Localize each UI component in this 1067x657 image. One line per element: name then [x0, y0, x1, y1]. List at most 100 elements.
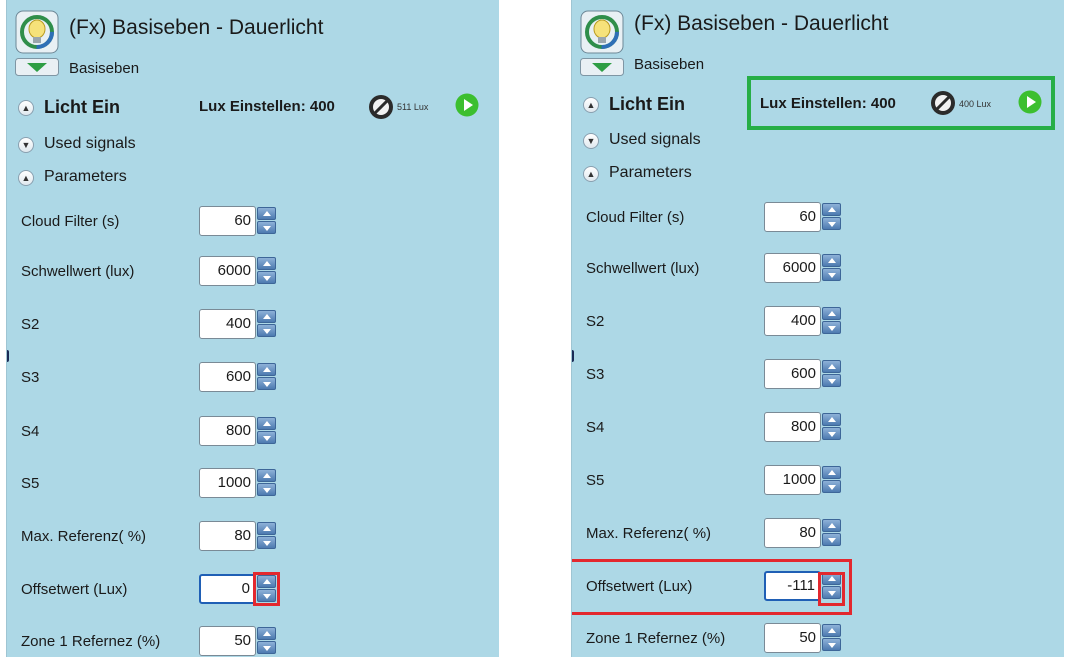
collapse-parameters-button[interactable]: ▲	[583, 166, 599, 182]
chevron-up-icon: ▲	[21, 102, 31, 113]
increment-button[interactable]	[822, 624, 841, 637]
numeric-input[interactable]: 6000	[199, 256, 256, 286]
section-parameters[interactable]: Parameters	[44, 168, 127, 186]
numeric-input[interactable]: 80	[199, 521, 256, 551]
numeric-input[interactable]: 60	[764, 202, 821, 232]
numeric-stepper[interactable]: 60	[199, 206, 279, 236]
decrement-button[interactable]	[257, 641, 276, 654]
increment-button[interactable]	[257, 363, 276, 376]
increment-button[interactable]	[257, 417, 276, 430]
numeric-input[interactable]: 1000	[199, 468, 256, 498]
numeric-input[interactable]: 600	[764, 359, 821, 389]
decrement-button[interactable]	[257, 536, 276, 549]
numeric-input[interactable]: 1000	[764, 465, 821, 495]
highlight-lux-setting	[747, 76, 1055, 130]
increment-button[interactable]	[257, 257, 276, 270]
increment-button[interactable]	[822, 307, 841, 320]
increment-button[interactable]	[257, 207, 276, 220]
param-row-s3: S3 600	[7, 357, 499, 397]
numeric-input[interactable]: 80	[764, 518, 821, 548]
param-row-s5: S5 1000	[7, 463, 499, 503]
decrement-button[interactable]	[822, 533, 841, 546]
numeric-input[interactable]: 400	[199, 309, 256, 339]
numeric-stepper[interactable]: 600	[199, 362, 279, 392]
param-row-s2: S2 400	[572, 301, 1064, 341]
decrement-button[interactable]	[257, 271, 276, 284]
page-subtitle: Basiseben	[634, 56, 705, 73]
section-used-signals[interactable]: Used signals	[609, 131, 701, 149]
numeric-input[interactable]: 0	[199, 574, 256, 604]
increment-button[interactable]	[822, 413, 841, 426]
decrement-button[interactable]	[822, 217, 841, 230]
param-row-s4: S4 800	[572, 407, 1064, 447]
numeric-input[interactable]: 600	[199, 362, 256, 392]
play-icon[interactable]	[455, 93, 479, 117]
increment-button[interactable]	[822, 466, 841, 479]
collapse-parameters-button[interactable]: ▲	[18, 170, 34, 186]
section-used-signals[interactable]: Used signals	[44, 135, 136, 153]
decrement-button[interactable]	[822, 374, 841, 387]
param-row-schwellwert: Schwellwert (lux) 6000	[7, 251, 499, 291]
section-parameters[interactable]: Parameters	[609, 164, 692, 182]
numeric-stepper[interactable]: 400	[764, 306, 844, 336]
increment-button[interactable]	[257, 522, 276, 535]
chevron-down-icon[interactable]	[15, 58, 59, 76]
decrement-button[interactable]	[257, 324, 276, 337]
param-label: S2	[21, 316, 40, 333]
dial-icon[interactable]	[368, 94, 394, 120]
decrement-button[interactable]	[822, 480, 841, 493]
numeric-stepper[interactable]: 1000	[199, 468, 279, 498]
increment-button[interactable]	[257, 469, 276, 482]
increment-button[interactable]	[257, 627, 276, 640]
chevron-down-icon[interactable]	[580, 58, 624, 76]
decrement-button[interactable]	[257, 377, 276, 390]
numeric-stepper[interactable]: 50	[199, 626, 279, 656]
decrement-button[interactable]	[822, 321, 841, 334]
numeric-stepper[interactable]: 800	[199, 416, 279, 446]
param-label: Zone 1 Refernez (%)	[586, 630, 726, 647]
numeric-input[interactable]: 50	[199, 626, 256, 656]
param-label: S3	[586, 366, 605, 383]
param-row-s5: S5 1000	[572, 460, 1064, 500]
section-title-licht-ein: Licht Ein	[44, 97, 120, 117]
numeric-stepper[interactable]: 6000	[199, 256, 279, 286]
increment-button[interactable]	[822, 360, 841, 373]
lux-measured-value: 511 Lux	[397, 102, 429, 112]
param-row-zone1-referenz: Zone 1 Refernez (%) 50	[7, 621, 499, 657]
numeric-stepper[interactable]: 80	[764, 518, 844, 548]
increment-button[interactable]	[257, 310, 276, 323]
param-label: S4	[586, 419, 605, 436]
decrement-button[interactable]	[822, 638, 841, 651]
expand-used-signals-button[interactable]: ▼	[18, 137, 34, 153]
decrement-button[interactable]	[257, 431, 276, 444]
increment-button[interactable]	[822, 203, 841, 216]
collapse-licht-ein-button[interactable]: ▲	[583, 97, 599, 113]
expand-used-signals-button[interactable]: ▼	[583, 133, 599, 149]
numeric-stepper[interactable]: 80	[199, 521, 279, 551]
increment-button[interactable]	[822, 254, 841, 267]
numeric-input[interactable]: 800	[199, 416, 256, 446]
numeric-stepper[interactable]: 6000	[764, 253, 844, 283]
decrement-button[interactable]	[257, 483, 276, 496]
increment-button[interactable]	[822, 519, 841, 532]
decrement-button[interactable]	[822, 427, 841, 440]
chevron-up-icon: ▲	[586, 99, 596, 110]
section-title-licht-ein: Licht Ein	[609, 94, 685, 114]
numeric-stepper[interactable]: 50	[764, 623, 844, 653]
numeric-stepper[interactable]: 600	[764, 359, 844, 389]
numeric-stepper[interactable]: 400	[199, 309, 279, 339]
numeric-stepper[interactable]: 1000	[764, 465, 844, 495]
collapse-licht-ein-button[interactable]: ▲	[18, 100, 34, 116]
numeric-input[interactable]: 60	[199, 206, 256, 236]
numeric-input[interactable]: 400	[764, 306, 821, 336]
numeric-input[interactable]: 50	[764, 623, 821, 653]
highlight-offset-row	[572, 559, 852, 615]
numeric-input[interactable]: 6000	[764, 253, 821, 283]
decrement-button[interactable]	[257, 221, 276, 234]
param-label: S2	[586, 313, 605, 330]
decrement-button[interactable]	[822, 268, 841, 281]
numeric-stepper[interactable]: 800	[764, 412, 844, 442]
numeric-input[interactable]: 800	[764, 412, 821, 442]
param-row-cloud-filter: Cloud Filter (s) 60	[572, 197, 1064, 237]
numeric-stepper[interactable]: 60	[764, 202, 844, 232]
